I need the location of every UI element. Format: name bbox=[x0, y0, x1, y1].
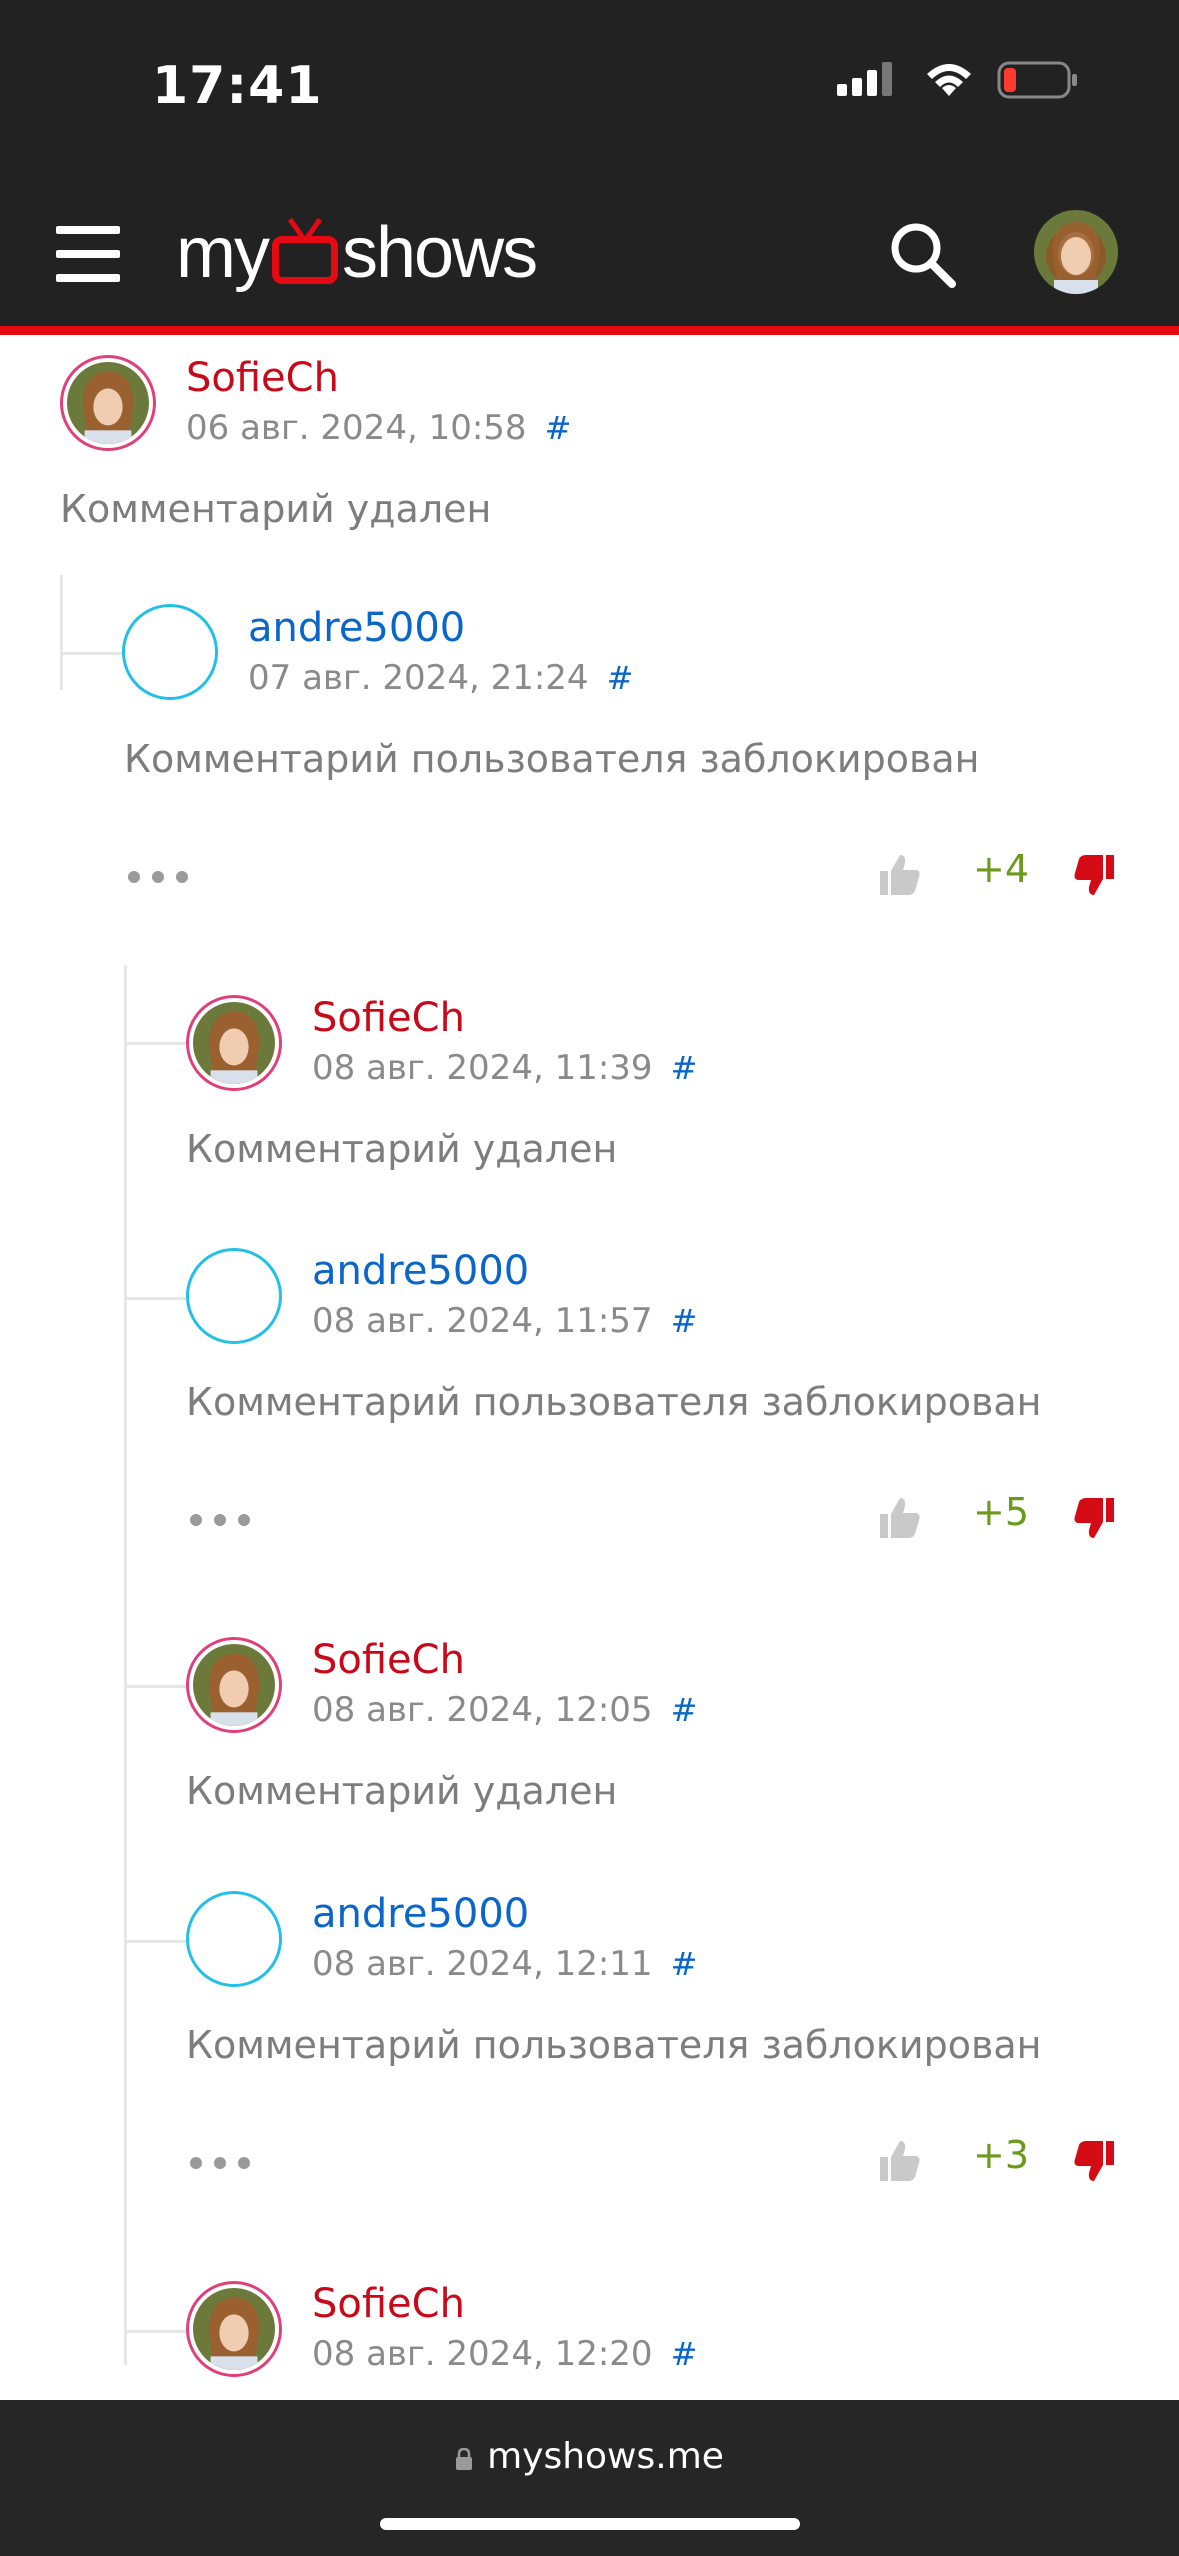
comment-date: 08 авг. 2024, 12:05 # bbox=[312, 1690, 697, 1730]
thumbs-up-icon[interactable] bbox=[876, 851, 922, 897]
comment-username[interactable]: andre5000 bbox=[312, 1891, 529, 1937]
header-accent-line bbox=[0, 326, 1179, 335]
logo-text-shows: shows bbox=[341, 213, 538, 293]
comment-date-text: 06 авг. 2024, 10:58 bbox=[186, 408, 527, 448]
hamburger-menu-icon[interactable] bbox=[56, 226, 120, 282]
comment-text: Комментарий удален bbox=[186, 1769, 618, 1813]
comment-username[interactable]: SofieCh bbox=[312, 2281, 465, 2327]
comment-date-text: 08 авг. 2024, 12:11 bbox=[312, 1944, 653, 1984]
status-time: 17:41 bbox=[152, 56, 323, 116]
thumbs-up-icon[interactable] bbox=[876, 1494, 922, 1540]
thumbs-down-icon[interactable] bbox=[1072, 2139, 1118, 2185]
search-icon[interactable] bbox=[888, 220, 958, 290]
wifi-icon bbox=[927, 64, 971, 96]
commenter-avatar[interactable] bbox=[186, 1637, 282, 1733]
comment: andre5000 08 авг. 2024, 11:57 # Комментар… bbox=[0, 1228, 1179, 1558]
comment-username[interactable]: andre5000 bbox=[312, 1248, 529, 1294]
thumbs-down-icon[interactable] bbox=[1072, 853, 1118, 899]
comment-score: +4 bbox=[973, 847, 1030, 891]
comment-permalink[interactable]: # bbox=[545, 409, 572, 447]
comment-permalink[interactable]: # bbox=[671, 2335, 698, 2373]
url-display[interactable]: myshows.me bbox=[0, 2436, 1179, 2477]
comment: SofieCh 08 авг. 2024, 12:05 # Комментарий… bbox=[0, 1617, 1179, 1837]
commenter-avatar[interactable] bbox=[186, 2281, 282, 2377]
comment-permalink[interactable]: # bbox=[607, 659, 634, 697]
comment: SofieCh 08 авг. 2024, 12:20 # bbox=[0, 2261, 1179, 2400]
comment-date: 08 авг. 2024, 12:11 # bbox=[312, 1944, 697, 1984]
comment-date: 06 авг. 2024, 10:58 # bbox=[186, 408, 571, 448]
comment-text: Комментарий удален bbox=[186, 1127, 618, 1171]
comment-username[interactable]: SofieCh bbox=[312, 1637, 465, 1683]
comment-score: +3 bbox=[973, 2133, 1030, 2177]
lock-icon bbox=[456, 2448, 473, 2470]
home-indicator[interactable] bbox=[380, 2518, 800, 2530]
logo-text-my: my bbox=[176, 213, 270, 293]
comment-date-text: 07 авг. 2024, 21:24 bbox=[248, 658, 589, 698]
user-avatar[interactable] bbox=[1034, 210, 1118, 294]
commenter-avatar[interactable] bbox=[186, 995, 282, 1091]
comment-text: Комментарий пользователя заблокирован bbox=[186, 1380, 1042, 1424]
comment-date: 07 авг. 2024, 21:24 # bbox=[248, 658, 633, 698]
comment: SofieCh 08 авг. 2024, 11:39 # Комментарий… bbox=[0, 975, 1179, 1195]
myshows-logo[interactable]: my shows bbox=[176, 208, 538, 298]
comment: andre5000 08 авг. 2024, 12:11 # Комментар… bbox=[0, 1871, 1179, 2201]
comment-date: 08 авг. 2024, 11:57 # bbox=[312, 1301, 697, 1341]
url-text: myshows.me bbox=[487, 2436, 724, 2477]
more-options-icon[interactable] bbox=[190, 1510, 250, 1530]
comment-date: 08 авг. 2024, 12:20 # bbox=[312, 2334, 697, 2374]
comment: SofieCh 06 авг. 2024, 10:58 # Комментарий… bbox=[0, 335, 1179, 555]
comment-date-text: 08 авг. 2024, 12:20 bbox=[312, 2334, 653, 2374]
comment-date-text: 08 авг. 2024, 11:57 bbox=[312, 1301, 653, 1341]
commenter-avatar[interactable] bbox=[122, 604, 218, 700]
comment-date: 08 авг. 2024, 11:39 # bbox=[312, 1048, 697, 1088]
comment-permalink[interactable]: # bbox=[671, 1302, 698, 1340]
comment-score: +5 bbox=[973, 1490, 1030, 1534]
thumbs-down-icon[interactable] bbox=[1072, 1496, 1118, 1542]
tv-icon bbox=[271, 236, 338, 284]
comment-username[interactable]: andre5000 bbox=[248, 605, 465, 651]
battery-icon bbox=[997, 61, 1077, 99]
commenter-avatar[interactable] bbox=[186, 1248, 282, 1344]
browser-url-bar[interactable]: myshows.me bbox=[0, 2400, 1179, 2556]
comment-permalink[interactable]: # bbox=[671, 1691, 698, 1729]
cellular-signal-icon bbox=[837, 62, 892, 96]
comment-username[interactable]: SofieCh bbox=[312, 995, 465, 1041]
more-options-icon[interactable] bbox=[190, 2153, 250, 2173]
comments-thread: SofieCh 06 авг. 2024, 10:58 # Комментарий… bbox=[0, 335, 1179, 2400]
comment: andre5000 07 авг. 2024, 21:24 # Комментар… bbox=[0, 585, 1179, 915]
status-bar: 17:41 bbox=[0, 0, 1179, 176]
more-options-icon[interactable] bbox=[128, 867, 188, 887]
comment-username[interactable]: SofieCh bbox=[186, 355, 339, 401]
comment-date-text: 08 авг. 2024, 12:05 bbox=[312, 1690, 653, 1730]
comment-permalink[interactable]: # bbox=[671, 1049, 698, 1087]
comment-text: Комментарий пользователя заблокирован bbox=[124, 737, 980, 781]
status-icons bbox=[837, 60, 1079, 100]
comment-permalink[interactable]: # bbox=[671, 1945, 698, 1983]
comment-date-text: 08 авг. 2024, 11:39 bbox=[312, 1048, 653, 1088]
commenter-avatar[interactable] bbox=[60, 355, 156, 451]
thumbs-up-icon[interactable] bbox=[876, 2137, 922, 2183]
commenter-avatar[interactable] bbox=[186, 1891, 282, 1987]
comment-text: Комментарий удален bbox=[60, 487, 492, 531]
comment-text: Комментарий пользователя заблокирован bbox=[186, 2023, 1042, 2067]
